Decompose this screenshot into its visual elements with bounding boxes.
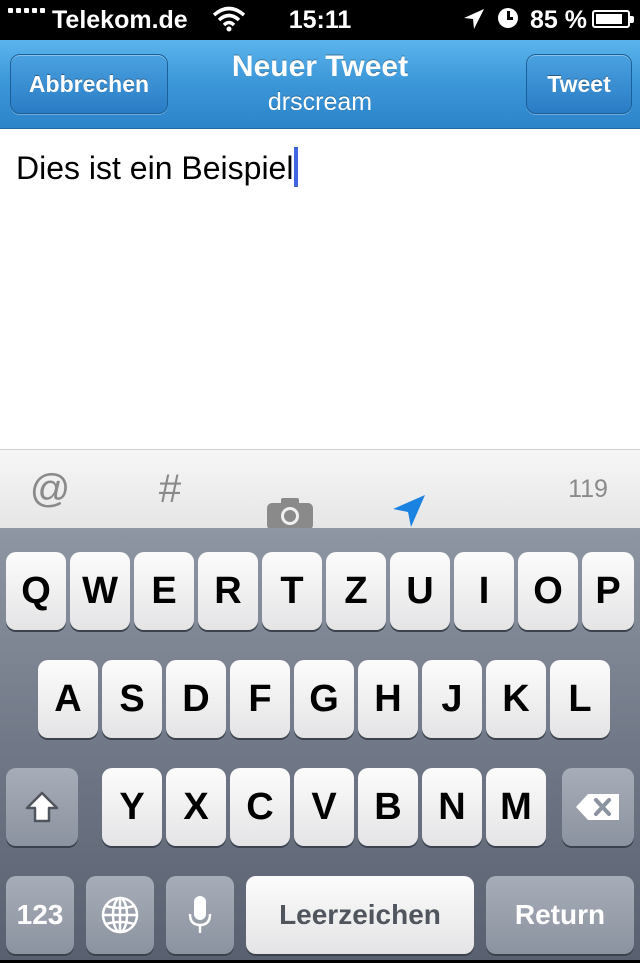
key-t[interactable]: T <box>262 552 322 630</box>
mention-button[interactable]: @ <box>28 450 72 528</box>
shift-icon <box>25 791 59 823</box>
delete-key[interactable] <box>562 768 634 846</box>
key-k[interactable]: K <box>486 660 546 738</box>
location-icon <box>464 9 484 29</box>
key-z[interactable]: Z <box>326 552 386 630</box>
globe-icon <box>101 896 139 934</box>
clock-icon <box>498 8 518 28</box>
globe-key[interactable] <box>86 876 154 954</box>
key-g[interactable]: G <box>294 660 354 738</box>
numbers-key[interactable]: 123 <box>6 876 74 954</box>
battery-percent: 85 % <box>530 6 587 34</box>
key-c[interactable]: C <box>230 768 290 846</box>
space-key[interactable]: Leerzeichen <box>246 876 474 954</box>
key-n[interactable]: N <box>422 768 482 846</box>
keyboard: Q W E R T Z U I O P A S D F G H J K L Y … <box>0 528 640 960</box>
tweet-compose-area[interactable]: Dies ist ein Beispiel <box>0 129 640 449</box>
key-x[interactable]: X <box>166 768 226 846</box>
battery-fill <box>596 14 622 24</box>
tweet-text: Dies ist ein Beispiel <box>16 150 294 186</box>
hashtag-button[interactable]: # <box>148 450 192 528</box>
return-key[interactable]: Return <box>486 876 634 954</box>
key-m[interactable]: M <box>486 768 546 846</box>
key-o[interactable]: O <box>518 552 578 630</box>
compose-toolbar: @ # 119 <box>0 449 640 530</box>
key-e[interactable]: E <box>134 552 194 630</box>
key-i[interactable]: I <box>454 552 514 630</box>
delete-icon <box>576 794 619 820</box>
shift-key[interactable] <box>6 768 78 846</box>
key-a[interactable]: A <box>38 660 98 738</box>
key-f[interactable]: F <box>230 660 290 738</box>
key-v[interactable]: V <box>294 768 354 846</box>
key-y[interactable]: Y <box>102 768 162 846</box>
key-r[interactable]: R <box>198 552 258 630</box>
battery-icon <box>592 10 634 28</box>
microphone-icon <box>188 896 212 933</box>
key-j[interactable]: J <box>422 660 482 738</box>
key-b[interactable]: B <box>358 768 418 846</box>
tweet-button[interactable]: Tweet <box>526 54 632 114</box>
key-s[interactable]: S <box>102 660 162 738</box>
key-l[interactable]: L <box>550 660 610 738</box>
key-d[interactable]: D <box>166 660 226 738</box>
key-u[interactable]: U <box>390 552 450 630</box>
dictation-key[interactable] <box>166 876 234 954</box>
tweet-text-field[interactable]: Dies ist ein Beispiel <box>16 147 299 187</box>
key-w[interactable]: W <box>70 552 130 630</box>
key-q[interactable]: Q <box>6 552 66 630</box>
key-h[interactable]: H <box>358 660 418 738</box>
navigation-bar: Abbrechen Neuer Tweet drscream Tweet <box>0 40 640 129</box>
key-p[interactable]: P <box>582 552 634 630</box>
text-cursor <box>294 147 299 187</box>
character-counter: 119 <box>568 475 608 503</box>
status-bar: Telekom.de 15:11 85 % <box>0 0 640 40</box>
